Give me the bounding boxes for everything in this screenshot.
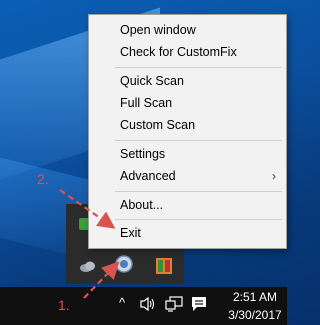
step2-arrow: [59, 189, 116, 229]
step-2-label: 2.: [37, 171, 49, 187]
step-1-label: 1.: [58, 297, 70, 313]
annotation-arrows: [59, 189, 120, 299]
step1-arrow: [83, 261, 120, 299]
